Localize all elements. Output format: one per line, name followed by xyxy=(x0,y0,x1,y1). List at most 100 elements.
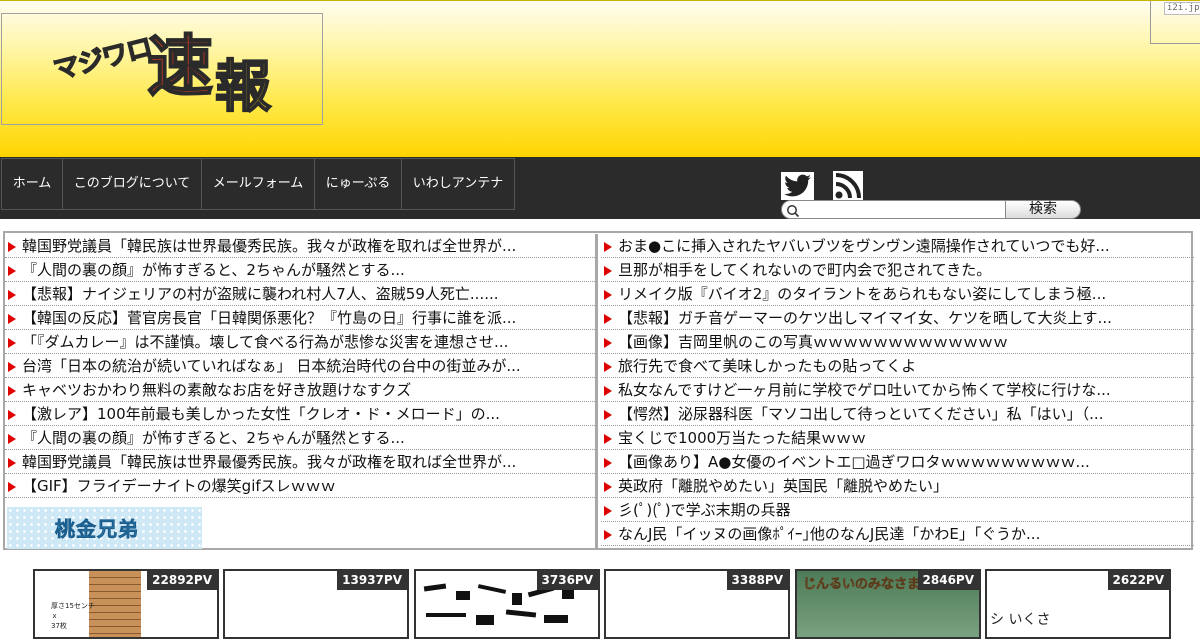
thumbnail-card[interactable]: 13937PV xyxy=(223,569,409,639)
thumbnail-card[interactable]: じんるいのみなさまへ 2846PV xyxy=(795,569,981,639)
pv-badge: 22892PV xyxy=(147,571,217,590)
arrow-icon xyxy=(604,362,612,372)
arrow-icon xyxy=(604,338,612,348)
pv-badge: 2846PV xyxy=(917,571,979,590)
pv-badge: 13937PV xyxy=(337,571,407,590)
arrow-icon xyxy=(604,458,612,468)
arrow-icon xyxy=(604,530,612,540)
arrow-icon xyxy=(604,242,612,252)
list-item[interactable]: なんJ民「イッヌの画像ﾎﾟｲｰ｣他のなんJ民達「かわE」「ぐうか... xyxy=(601,522,1194,546)
arrow-icon xyxy=(604,290,612,300)
list-item-title[interactable]: 【韓国の反応】菅官房長官「日韓関係悪化？『竹島の日』行事に誰を派... xyxy=(22,306,516,329)
list-item-title[interactable]: 【GIF】フライデーナイトの爆笑gifスレｗｗｗ xyxy=(22,474,336,497)
arrow-icon xyxy=(8,338,16,348)
arrow-icon xyxy=(604,410,612,420)
logo-big-char-1: 速 xyxy=(146,28,214,105)
logo-small-text: マジワロ xyxy=(50,32,156,87)
list-item[interactable]: 旦那が相手をしてくれないので町内会で犯されてきた。 xyxy=(601,258,1194,282)
arrow-icon xyxy=(8,362,16,372)
list-item[interactable]: おま●こに挿入されたヤバいブツをヴンヴン遠隔操作されていつでも好... xyxy=(601,234,1194,258)
arrow-icon xyxy=(8,386,16,396)
arrow-icon xyxy=(8,314,16,324)
pv-badge: 2622PV xyxy=(1107,571,1169,590)
thumbnail-caption: 厚さ15センチ ｘ 37枚 xyxy=(51,602,95,630)
list-item[interactable]: 【悲報】ガチ音ゲーマーのケツ出しマイマイ女、ケツを晒して大炎上す... xyxy=(601,306,1194,330)
arrow-icon xyxy=(604,314,612,324)
list-item-title[interactable]: 【画像あり】A●女優のイベントエ□過ぎワロタｗｗｗｗｗｗｗｗｗ... xyxy=(618,450,1090,473)
list-item[interactable]: 【韓国の反応】菅官房長官「日韓関係悪化？『竹島の日』行事に誰を派... xyxy=(5,306,595,330)
thumbnail-card[interactable]: 厚さ15センチ ｘ 37枚 22892PV xyxy=(33,569,219,639)
list-item[interactable]: 台湾「日本の統治が続いていればなぁ」 日本統治時代の台中の街並みが... xyxy=(5,354,595,378)
list-item[interactable]: 【GIF】フライデーナイトの爆笑gifスレｗｗｗ xyxy=(5,474,595,498)
thumbnail-caption: じんるいのみなさまへ xyxy=(803,577,934,593)
arrow-icon xyxy=(604,266,612,276)
list-item[interactable]: 『人間の裏の顔』が怖すぎると、2ちゃんが騒然とする... xyxy=(5,426,595,450)
nav-item-mailform[interactable]: メールフォーム xyxy=(201,158,315,210)
nav-item-nyupuru[interactable]: にゅーぷる xyxy=(314,158,402,210)
list-item-title[interactable]: 英政府「離脱やめたい」英国民「離脱やめたい」 xyxy=(618,474,948,497)
list-item[interactable]: 旅行先で食べて美味しかったもの貼ってくよ xyxy=(601,354,1194,378)
list-item[interactable]: 【悲報】ナイジェリアの村が盗賊に襲われ村人7人、盗賊59人死亡...... xyxy=(5,282,595,306)
list-item[interactable]: 彡(ﾟ)(ﾟ)で学ぶ末期の兵器 xyxy=(601,498,1194,522)
rss-icon[interactable] xyxy=(833,171,863,201)
list-item-title[interactable]: 『人間の裏の顔』が怖すぎると、2ちゃんが騒然とする... xyxy=(22,426,405,449)
nav-bar: ホーム このブログについて メールフォーム にゅーぷる いわしアンテナ 検索 xyxy=(0,157,1200,219)
list-item[interactable]: 韓国野党議員「韓民族は世界最優秀民族。我々が政権を取れば全世界が... xyxy=(5,234,595,258)
list-item[interactable]: 韓国野党議員「韓民族は世界最優秀民族。我々が政権を取れば全世界が... xyxy=(5,450,595,474)
list-item-title[interactable]: 【悲報】ガチ音ゲーマーのケツ出しマイマイ女、ケツを晒して大炎上す... xyxy=(618,306,1112,329)
list-item-title[interactable]: 台湾「日本の統治が続いていればなぁ」 日本統治時代の台中の街並みが... xyxy=(22,354,521,377)
arrow-icon xyxy=(8,410,16,420)
list-item[interactable]: 『人間の裏の顔』が怖すぎると、2ちゃんが騒然とする... xyxy=(5,258,595,282)
list-item-title[interactable]: 【激レア】100年前最も美しかった女性「クレオ・ド・メロード」の... xyxy=(22,402,500,425)
arrow-icon xyxy=(604,506,612,516)
site-logo[interactable]: マジワロ 速 報 xyxy=(1,13,323,125)
nav-item-iwashi-antenna[interactable]: いわしアンテナ xyxy=(401,158,515,210)
arrow-icon xyxy=(604,434,612,444)
arrow-icon xyxy=(8,482,16,492)
nav-item-about[interactable]: このブログについて xyxy=(62,158,202,210)
list-item[interactable]: 「『ダムカレー』は不謹慎。壊して食べる行為が悲惨な災害を連想させ... xyxy=(5,330,595,354)
thumbnail-card[interactable]: シ いくさ 2622PV xyxy=(985,569,1171,639)
list-item-title[interactable]: おま●こに挿入されたヤバいブツをヴンヴン遠隔操作されていつでも好... xyxy=(618,234,1110,257)
nav-item-home[interactable]: ホーム xyxy=(1,158,63,210)
list-item[interactable]: 私女なんですけど一ヶ月前に学校でゲロ吐いてから怖くて学校に行けな... xyxy=(601,378,1194,402)
list-item[interactable]: 英政府「離脱やめたい」英国民「離脱やめたい」 xyxy=(601,474,1194,498)
list-item[interactable]: 【画像あり】A●女優のイベントエ□過ぎワロタｗｗｗｗｗｗｗｗｗ... xyxy=(601,450,1194,474)
list-item[interactable]: 【愕然】泌尿器科医「マソコ出して待っといてください」私「はい」（... xyxy=(601,402,1194,426)
ad-banner[interactable]: 桃金兄弟 xyxy=(7,507,202,549)
antenna-link-list: 韓国野党議員「韓民族は世界最優秀民族。我々が政権を取れば全世界が... 『人間の… xyxy=(3,231,1194,550)
list-item[interactable]: 【画像】吉岡里帆のこの写真ｗｗｗｗｗｗｗｗｗｗｗｗｗ xyxy=(601,330,1194,354)
twitter-icon[interactable] xyxy=(781,172,814,200)
list-item[interactable]: キャベツおかわり無料の素敵なお店を好き放題けなすクズ xyxy=(5,378,595,402)
thumbnail-card[interactable]: 3736PV xyxy=(414,569,600,639)
list-item[interactable]: 【激レア】100年前最も美しかった女性「クレオ・ド・メロード」の... xyxy=(5,402,595,426)
list-item-title[interactable]: 彡(ﾟ)(ﾟ)で学ぶ末期の兵器 xyxy=(618,498,791,521)
list-item-title[interactable]: 宝くじで1000万当たった結果ｗｗｗ xyxy=(618,426,866,449)
list-item-title[interactable]: 【悲報】ナイジェリアの村が盗賊に襲われ村人7人、盗賊59人死亡...... xyxy=(22,282,499,305)
list-item-title[interactable]: なんJ民「イッヌの画像ﾎﾟｲｰ｣他のなんJ民達「かわE」「ぐうか... xyxy=(618,522,1040,545)
list-item-title[interactable]: 【画像】吉岡里帆のこの写真ｗｗｗｗｗｗｗｗｗｗｗｗｗ xyxy=(618,330,1008,353)
list-item-title[interactable]: 旦那が相手をしてくれないので町内会で犯されてきた。 xyxy=(618,258,991,281)
list-item[interactable]: リメイク版『バイオ2』のタイラントをあられもない姿にしてしまう極... xyxy=(601,282,1194,306)
thumbnail-card[interactable]: 3388PV xyxy=(604,569,790,639)
arrow-icon xyxy=(8,290,16,300)
pv-badge: 3736PV xyxy=(536,571,598,590)
i2i-badge[interactable]: i2i.jp xyxy=(1150,1,1200,44)
search-input[interactable] xyxy=(781,200,1006,219)
list-item-title[interactable]: リメイク版『バイオ2』のタイラントをあられもない姿にしてしまう極... xyxy=(618,282,1106,305)
list-item-title[interactable]: 韓国野党議員「韓民族は世界最優秀民族。我々が政権を取れば全世界が... xyxy=(22,450,516,473)
list-item-title[interactable]: 私女なんですけど一ヶ月前に学校でゲロ吐いてから怖くて学校に行けな... xyxy=(618,378,1111,401)
list-item-title[interactable]: 『人間の裏の顔』が怖すぎると、2ちゃんが騒然とする... xyxy=(22,258,405,281)
search-icon xyxy=(786,203,800,222)
arrow-icon xyxy=(8,266,16,276)
search-button[interactable]: 検索 xyxy=(1005,200,1081,219)
arrow-icon xyxy=(8,434,16,444)
list-item-title[interactable]: キャベツおかわり無料の素敵なお店を好き放題けなすクズ xyxy=(22,378,411,401)
list-item-title[interactable]: 旅行先で食べて美味しかったもの貼ってくよ xyxy=(618,354,916,377)
right-link-column: おま●こに挿入されたヤバいブツをヴンヴン遠隔操作されていつでも好... 旦那が相… xyxy=(601,234,1194,549)
list-item-title[interactable]: 【愕然】泌尿器科医「マソコ出して待っといてください」私「はい」（... xyxy=(618,402,1103,425)
list-item-title[interactable]: 「『ダムカレー』は不謹慎。壊して食べる行為が悲惨な災害を連想させ... xyxy=(22,330,508,353)
list-item[interactable]: 宝くじで1000万当たった結果ｗｗｗ xyxy=(601,426,1194,450)
site-header: マジワロ 速 報 i2i.jp xyxy=(0,0,1200,157)
list-item-title[interactable]: 韓国野党議員「韓民族は世界最優秀民族。我々が政権を取れば全世界が... xyxy=(22,234,516,257)
